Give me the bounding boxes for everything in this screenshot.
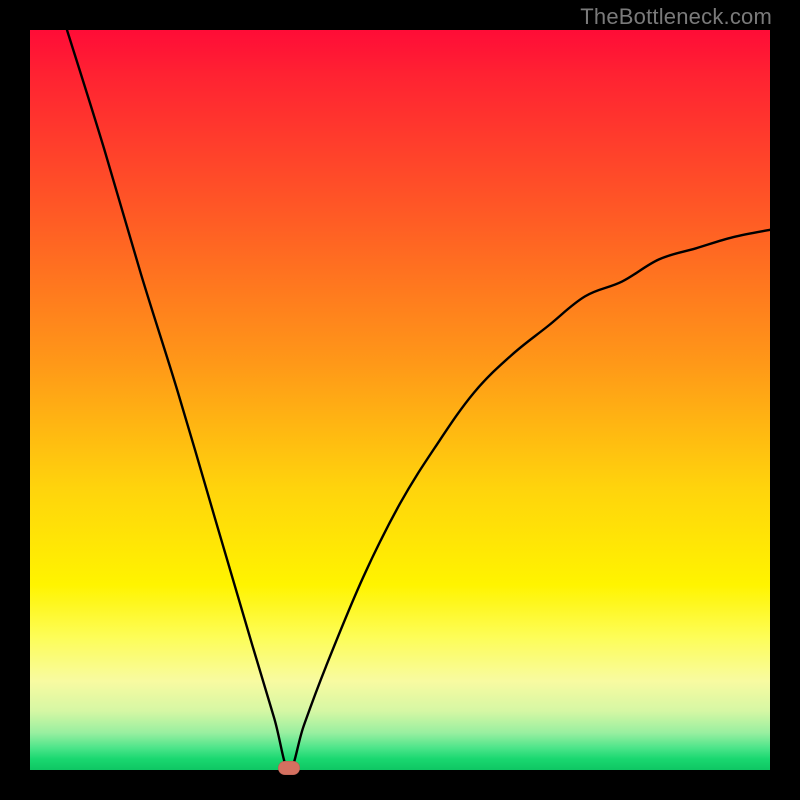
- bottleneck-curve: [30, 30, 770, 770]
- plot-area: [30, 30, 770, 770]
- attribution-label: TheBottleneck.com: [580, 4, 772, 30]
- chart-frame: TheBottleneck.com: [0, 0, 800, 800]
- minimum-marker: [278, 761, 300, 775]
